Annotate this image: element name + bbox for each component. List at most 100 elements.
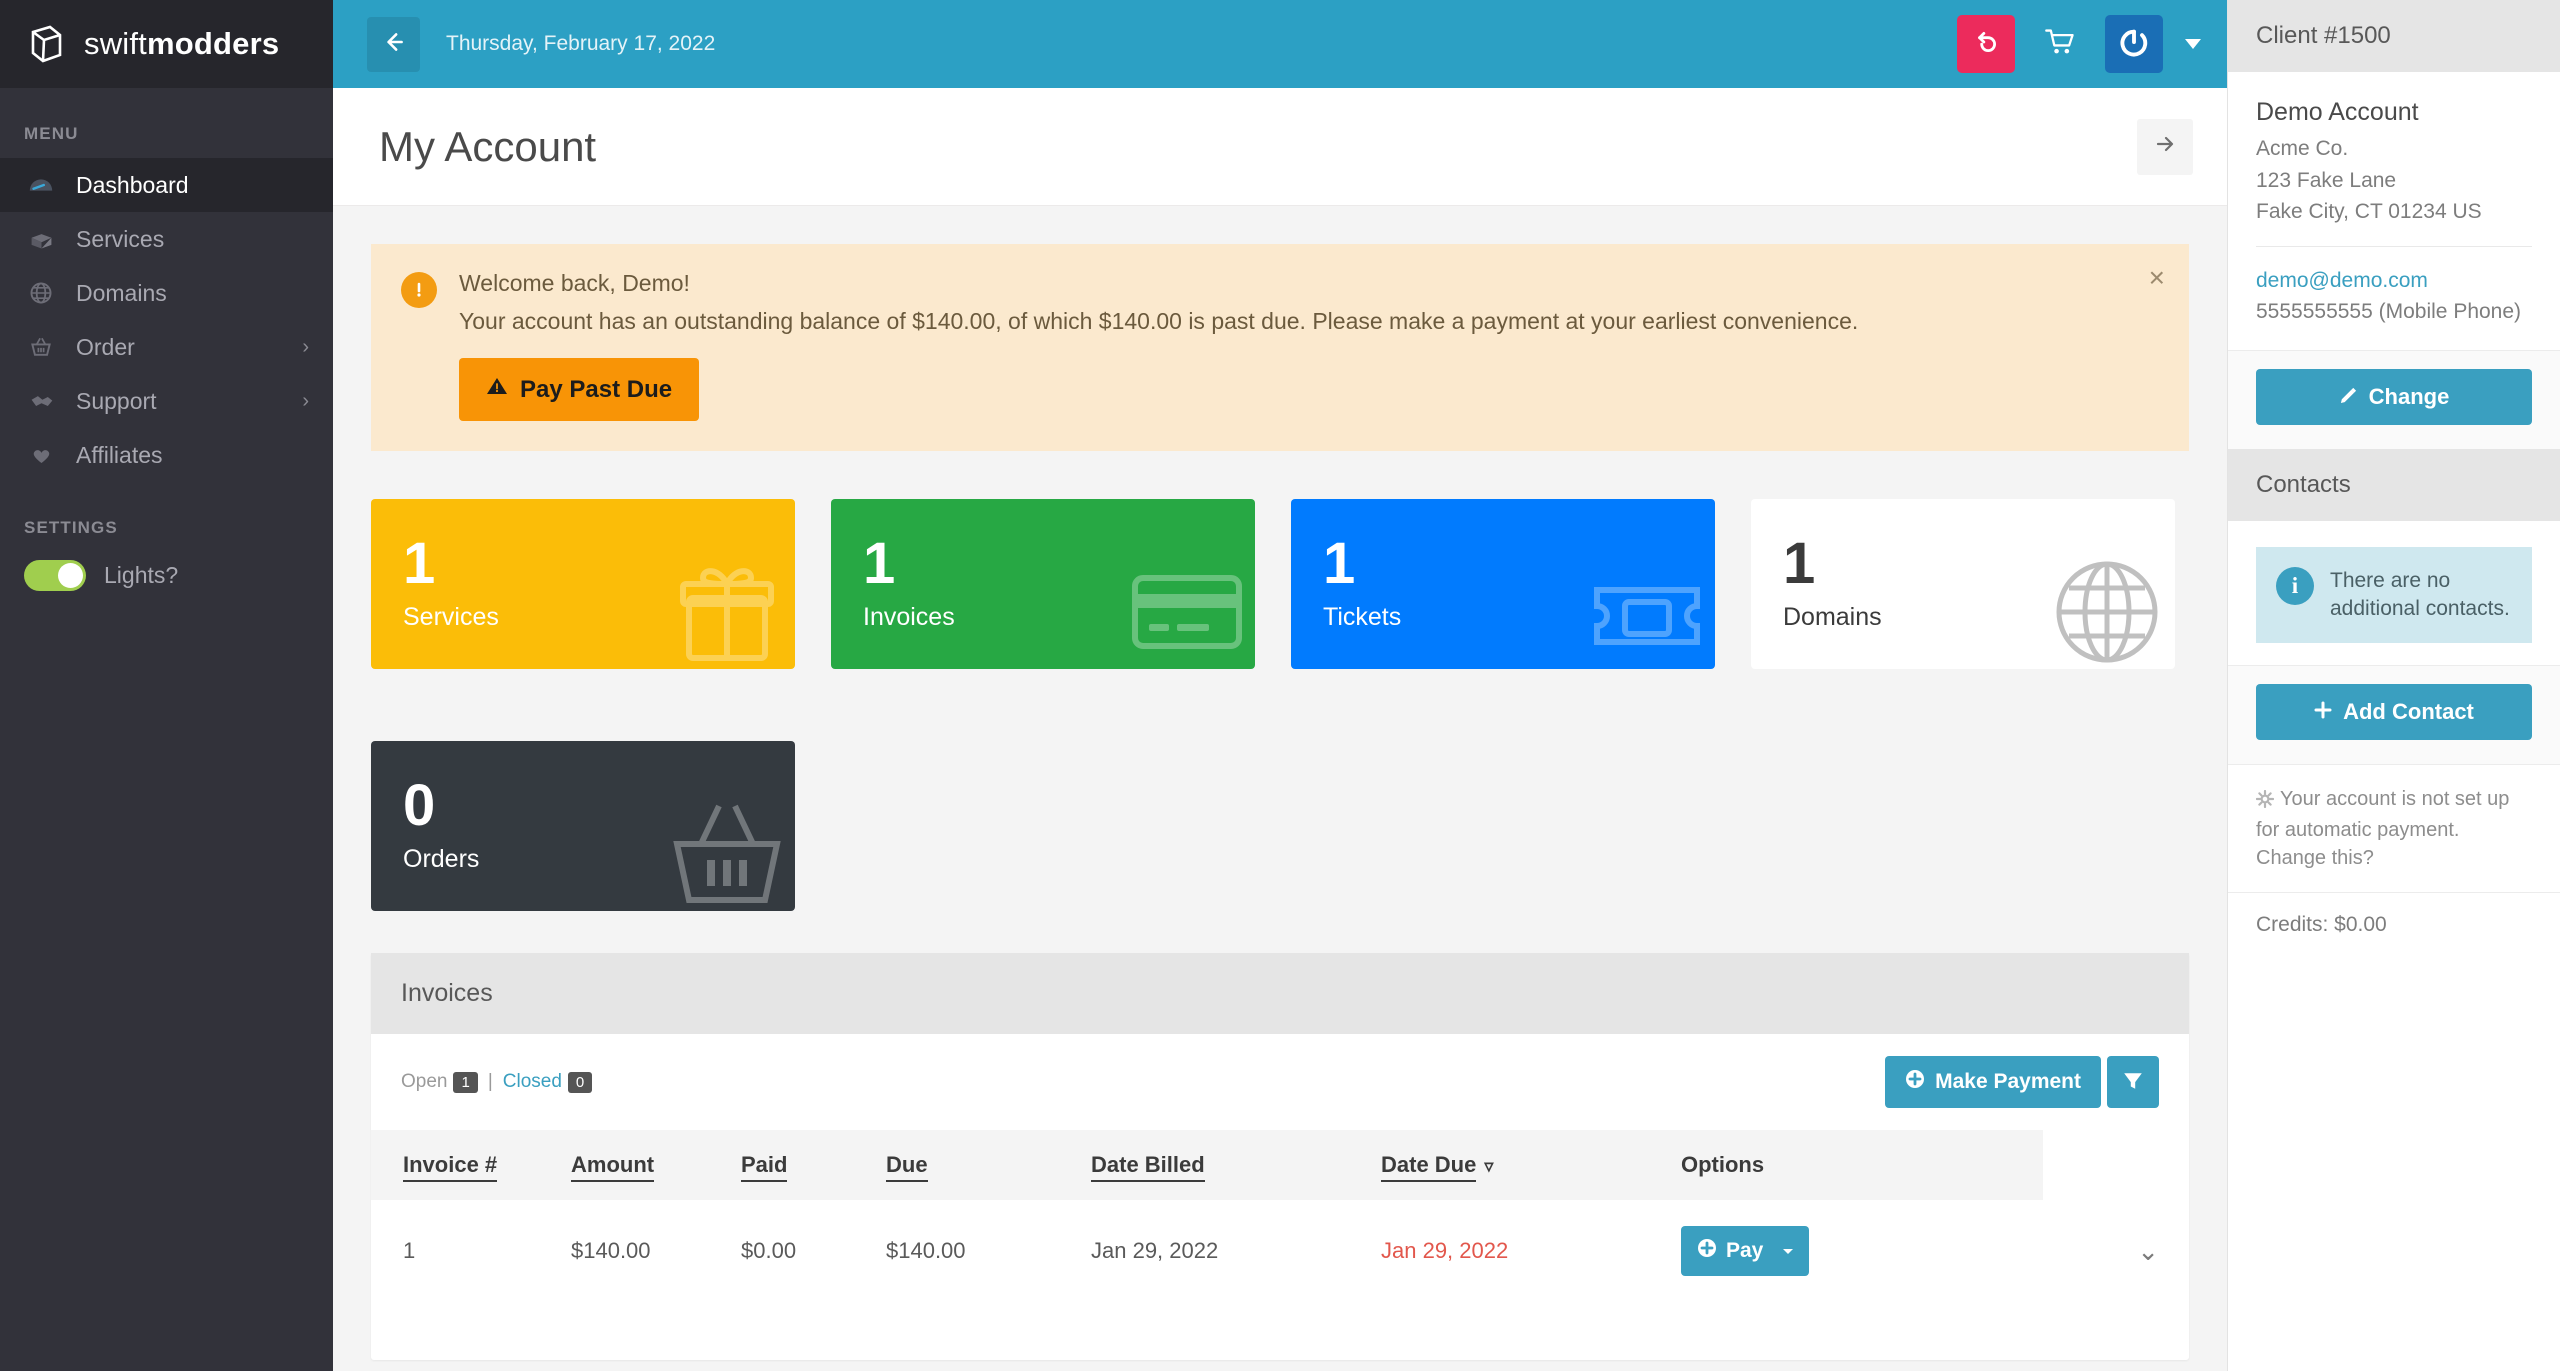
table-row[interactable]: 1 $140.00 $0.00 $140.00 Jan 29, 2022 Jan…	[371, 1200, 2189, 1302]
sidebar-item-label: Dashboard	[76, 171, 189, 198]
stat-card-invoices[interactable]: 1 Invoices	[831, 499, 1255, 669]
lights-toggle[interactable]	[24, 560, 86, 591]
close-icon[interactable]: ×	[2149, 264, 2165, 292]
invoice-status-tabs: Open 1 | Closed 0	[401, 1071, 593, 1093]
col-date-due[interactable]: Date Due ▿	[1381, 1130, 1681, 1200]
sidebar-item-order[interactable]: Order ›	[0, 320, 333, 374]
stat-card-tickets[interactable]: 1 Tickets	[1291, 499, 1715, 669]
pay-split-button[interactable]: Pay	[1681, 1226, 1810, 1276]
add-contact-wrap: Add Contact	[2228, 665, 2560, 765]
invoices-toolbar: Open 1 | Closed 0 Make Payment	[371, 1034, 2189, 1130]
phone-number: 5555555555 (Mobile Phone)	[2256, 300, 2522, 323]
email-link[interactable]: demo@demo.com	[2256, 265, 2532, 297]
stat-card-domains[interactable]: 1 Domains	[1751, 499, 2175, 669]
chevron-down-icon[interactable]	[2185, 39, 2201, 49]
page-header: My Account	[333, 88, 2227, 206]
invoices-panel-title: Invoices	[371, 953, 2189, 1034]
pay-past-due-label: Pay Past Due	[520, 375, 673, 403]
info-circle-icon: i	[2276, 566, 2314, 605]
sidebar-item-affiliates[interactable]: Affiliates	[0, 428, 333, 482]
cell-date-billed: Jan 29, 2022	[1091, 1238, 1219, 1263]
sidebar-item-label: Support	[76, 387, 157, 414]
filter-icon	[2122, 1070, 2144, 1095]
sidebar-settings-label: SETTINGS	[24, 518, 118, 537]
pay-button[interactable]: Pay	[1681, 1226, 1777, 1276]
autopay-change-link[interactable]: Change this?	[2256, 847, 2374, 869]
brand-name-light: swift	[84, 26, 147, 61]
undo-button[interactable]	[1957, 15, 2015, 73]
invoices-toolbar-actions: Make Payment	[1885, 1056, 2159, 1108]
sidebar-item-support[interactable]: Support ›	[0, 374, 333, 428]
cart-button[interactable]	[2037, 21, 2083, 67]
sidebar-item-dashboard[interactable]: Dashboard	[0, 158, 333, 212]
left-sidebar: swiftmodders MENU Dashboard Services Dom…	[0, 0, 333, 1371]
make-payment-label: Make Payment	[1935, 1070, 2081, 1093]
tab-open-count: 1	[453, 1072, 478, 1093]
sidebar-item-label: Affiliates	[76, 441, 163, 468]
cell-paid: $0.00	[741, 1238, 797, 1263]
cell-amount: $140.00	[571, 1238, 651, 1263]
alert-body: Welcome back, Demo! Your account has an …	[459, 270, 2159, 421]
power-button[interactable]	[2105, 15, 2163, 73]
stat-card-orders[interactable]: 0 Orders	[371, 741, 795, 911]
stat-label: Tickets	[1323, 603, 1402, 631]
plus-icon	[2314, 699, 2332, 725]
tab-separator: |	[487, 1071, 493, 1092]
ticket-icon	[1587, 550, 1707, 669]
stat-label: Domains	[1783, 603, 1882, 631]
brand-header[interactable]: swiftmodders	[0, 0, 333, 88]
col-paid[interactable]: Paid	[741, 1130, 886, 1200]
pay-button-label: Pay	[1726, 1239, 1764, 1262]
no-contacts-info: i There are no additional contacts.	[2256, 546, 2532, 644]
cell-invoice-number: 1	[403, 1238, 416, 1263]
page-content: Welcome back, Demo! Your account has an …	[333, 206, 2227, 1371]
change-button[interactable]: Change	[2256, 368, 2532, 425]
company-name: Acme Co.	[2256, 137, 2349, 160]
basket-icon	[667, 792, 787, 911]
add-contact-label: Add Contact	[2343, 699, 2474, 725]
toggle-knob	[58, 563, 83, 588]
col-amount[interactable]: Amount	[571, 1130, 741, 1200]
sidebar-item-domains[interactable]: Domains	[0, 266, 333, 320]
back-button[interactable]	[367, 16, 420, 72]
stat-value: 1	[863, 531, 896, 596]
account-name: Demo Account	[2256, 98, 2419, 126]
caret-down-icon[interactable]	[1777, 1226, 1809, 1276]
stat-card-services[interactable]: 1 Services	[371, 499, 795, 669]
stat-value: 0	[403, 773, 436, 838]
make-payment-button[interactable]: Make Payment	[1885, 1056, 2101, 1108]
stat-label: Services	[403, 603, 499, 631]
invoices-table-head: Invoice # Amount Paid Due Date Billed Da…	[371, 1130, 2189, 1200]
pay-past-due-button[interactable]: Pay Past Due	[459, 358, 700, 421]
credits-row: Credits: $0.00	[2228, 892, 2560, 957]
sidebar-item-label: Domains	[76, 279, 167, 306]
lights-toggle-label: Lights?	[104, 562, 179, 588]
col-invoice-number[interactable]: Invoice #	[371, 1130, 571, 1200]
add-contact-button[interactable]: Add Contact	[2256, 684, 2532, 741]
stat-value: 1	[1323, 531, 1356, 596]
col-due[interactable]: Due	[886, 1130, 1091, 1200]
address-line-1: 123 Fake Lane	[2256, 168, 2397, 192]
filter-button[interactable]	[2107, 1056, 2159, 1108]
plus-circle-icon	[1905, 1069, 1925, 1095]
forward-button[interactable]	[2137, 118, 2193, 175]
table-header-row: Invoice # Amount Paid Due Date Billed Da…	[371, 1130, 2189, 1200]
lights-toggle-row[interactable]: Lights?	[0, 552, 333, 599]
tab-closed[interactable]: Closed 0	[503, 1071, 593, 1093]
col-date-billed[interactable]: Date Billed	[1091, 1130, 1381, 1200]
pencil-icon	[2339, 384, 2358, 410]
tab-closed-label[interactable]: Closed	[503, 1071, 562, 1092]
stat-value: 1	[1783, 531, 1816, 596]
topbar-actions	[1957, 15, 2201, 73]
tab-open[interactable]: Open 1	[401, 1071, 478, 1093]
tab-closed-count: 0	[567, 1072, 593, 1093]
chevron-down-icon[interactable]: ⌄	[2137, 1236, 2159, 1266]
cell-expand[interactable]: ⌄	[2043, 1200, 2189, 1302]
client-header: Client #1500	[2228, 0, 2560, 72]
col-options: Options	[1681, 1130, 2043, 1200]
change-button-wrap: Change	[2228, 349, 2560, 449]
warning-triangle-icon	[486, 375, 508, 404]
sidebar-item-services[interactable]: Services	[0, 212, 333, 266]
brand-name: swiftmodders	[84, 26, 279, 62]
gift-icon	[667, 550, 787, 669]
